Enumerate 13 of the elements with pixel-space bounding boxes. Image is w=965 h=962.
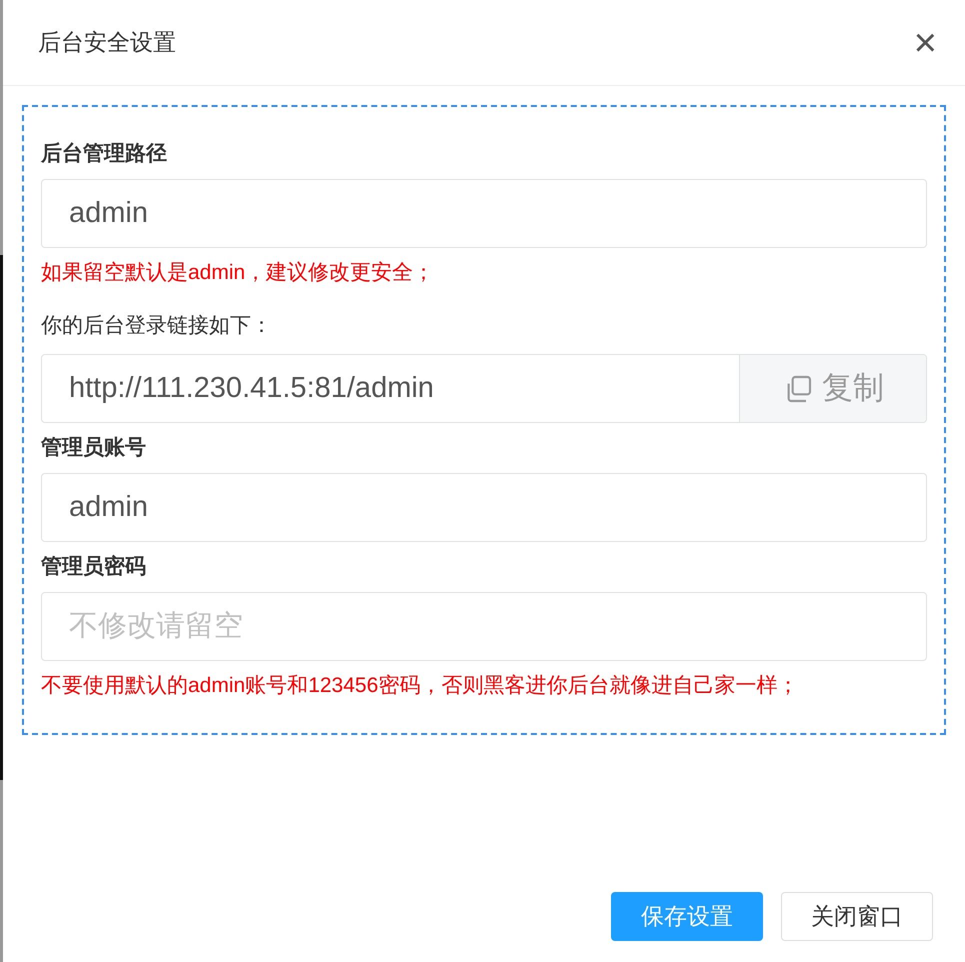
input-field[interactable]: admin: [41, 473, 927, 542]
link-field[interactable]: http://111.230.41.5:81/admin 复制: [41, 354, 927, 423]
input-field[interactable]: 不修改请留空: [41, 592, 927, 661]
close-button[interactable]: ×: [914, 22, 937, 62]
field-label: 管理员账号: [41, 435, 146, 462]
close-window-button[interactable]: 关闭窗口: [781, 892, 933, 941]
hint-text: 不要使用默认的admin账号和123456密码，否则黑客进你后台就像进自己家一样；: [41, 673, 798, 700]
dialog-title: 后台安全设置: [38, 28, 176, 58]
field-label: 后台管理路径: [41, 141, 167, 168]
note-text: 你的后台登录链接如下：: [41, 313, 272, 340]
field-label: 管理员密码: [41, 554, 146, 580]
input-field[interactable]: admin: [41, 179, 927, 248]
hint-text: 如果留空默认是admin，建议修改更安全；: [41, 260, 434, 286]
